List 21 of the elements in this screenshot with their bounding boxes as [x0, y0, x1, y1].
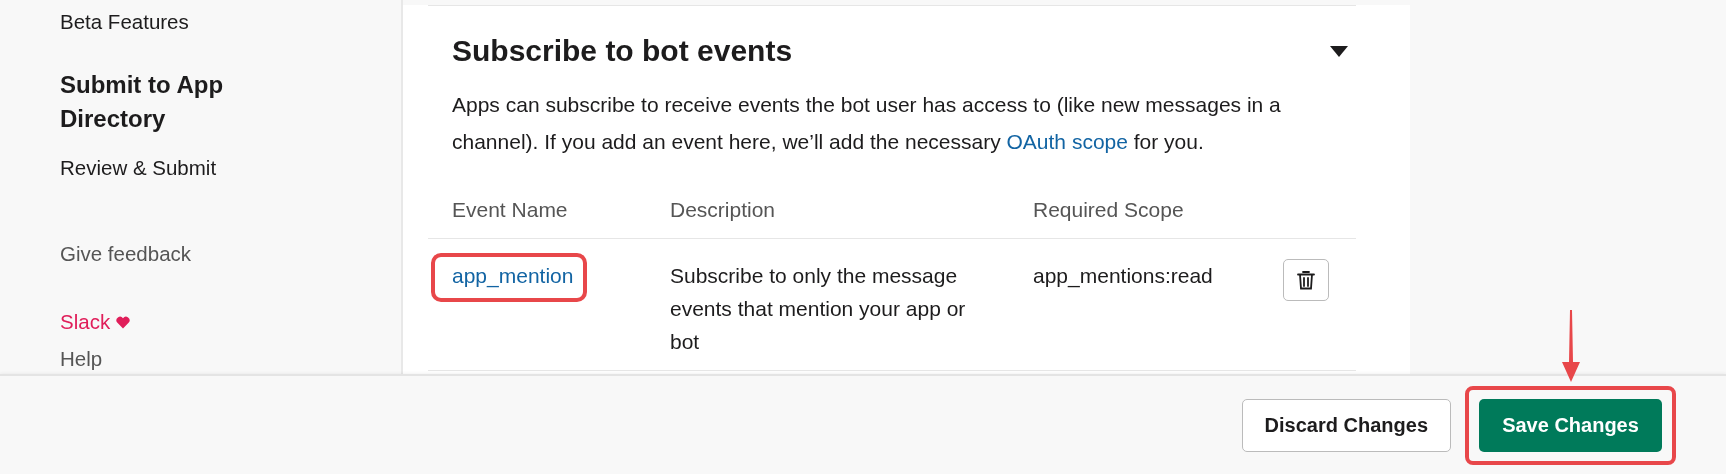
arrow-icon: [1560, 309, 1581, 382]
sidebar-heading: Submit to App Directory: [60, 70, 225, 134]
column-header: Description: [670, 198, 777, 222]
table-cell-text: Subscribe to only the message events that mention your app or bot: [670, 263, 967, 355]
brand-link[interactable]: Slack: [60, 310, 111, 334]
caret-icon[interactable]: [1330, 45, 1348, 57]
delete-button[interactable]: [1283, 259, 1329, 301]
column-header: Required Scope: [1033, 198, 1185, 222]
feedback-link[interactable]: Give feedback: [60, 242, 401, 266]
sidebar-item[interactable]: Review & Submit: [60, 156, 401, 180]
discard-button[interactable]: Discard Changes: [1241, 398, 1451, 452]
section-description: Apps can subscribe to receive events the bot user has access to (like new messages in a channel). If you add an event here, we’ll add the necessary OAuth scope for you.: [452, 92, 1282, 155]
help-link[interactable]: Help: [60, 347, 401, 371]
section-title: Subscribe to bot events: [452, 33, 793, 69]
trash-icon: [1297, 270, 1315, 290]
heart-icon: [116, 315, 131, 329]
save-button[interactable]: Save Changes: [1479, 398, 1662, 452]
oauth-scope-link[interactable]: OAuth scope: [1006, 130, 1128, 153]
table-cell-text: app_mentions:read: [1033, 263, 1214, 290]
column-header: Event Name: [452, 198, 569, 222]
sidebar-item[interactable]: Beta Features: [60, 10, 401, 34]
